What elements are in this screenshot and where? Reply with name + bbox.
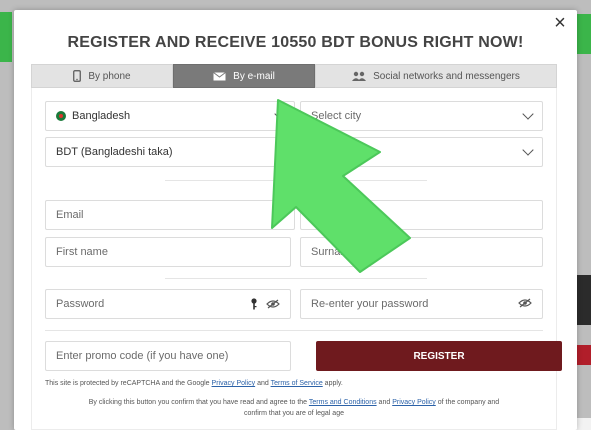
promo-code-field[interactable]: Enter promo code (if you have one) [45, 341, 291, 371]
email-field[interactable]: Email [45, 200, 295, 230]
city-placeholder: Select city [311, 110, 362, 122]
tab-by-phone[interactable]: By phone [31, 64, 173, 88]
chevron-down-icon [522, 108, 534, 120]
email-placeholder: Email [56, 209, 84, 221]
tab-label: By phone [88, 70, 131, 82]
registration-modal: × REGISTER AND RECEIVE 10550 BDT BONUS R… [14, 10, 577, 430]
divider [165, 180, 427, 181]
repeat-password-field[interactable]: Re-enter your password [300, 289, 543, 319]
country-select[interactable]: Bangladesh [45, 101, 295, 131]
phone-icon [73, 70, 82, 82]
background-green-strip-right [577, 14, 591, 54]
background-green-strip [0, 12, 12, 62]
country-value: Bangladesh [72, 110, 131, 122]
first-name-placeholder: First name [56, 246, 108, 258]
chevron-down-icon [274, 108, 286, 120]
password-placeholder: Password [56, 298, 105, 310]
tab-by-email[interactable]: By e-mail [173, 64, 315, 88]
key-icon[interactable] [250, 298, 258, 313]
envelope-icon [213, 71, 226, 81]
eye-hidden-icon[interactable] [266, 299, 280, 312]
currency-select[interactable]: BDT (Bangladeshi taka) [45, 137, 543, 167]
bangladesh-flag-icon [56, 111, 66, 121]
tab-label: By e-mail [233, 70, 275, 82]
first-name-field[interactable]: First name [45, 237, 291, 267]
privacy-policy-link[interactable]: Privacy Policy [212, 380, 256, 387]
phone-placeholder: Number [311, 209, 351, 221]
background-dark-strip [577, 275, 591, 325]
privacy-policy-link-2[interactable]: Privacy Policy [392, 399, 436, 406]
surname-field[interactable]: Surname [300, 237, 543, 267]
promo-placeholder: Enter promo code (if you have one) [56, 350, 229, 362]
divider [165, 278, 427, 279]
surname-placeholder: Surname [311, 246, 356, 258]
password-field[interactable]: Password [45, 289, 291, 319]
chevron-down-icon [522, 144, 534, 156]
registration-tabs: By phone By e-mail Social networks and m… [31, 64, 557, 88]
register-button[interactable]: REGISTER [316, 341, 562, 371]
eye-hidden-icon[interactable] [518, 298, 532, 311]
phone-number-field[interactable]: Number [300, 200, 543, 230]
tab-social-networks[interactable]: Social networks and messengers [315, 64, 557, 88]
terms-and-conditions-link[interactable]: Terms and Conditions [309, 399, 377, 406]
currency-value: BDT (Bangladeshi taka) [56, 146, 173, 158]
city-select[interactable]: Select city [300, 101, 543, 131]
divider [45, 330, 543, 331]
recaptcha-note: This site is protected by reCAPTCHA and … [45, 380, 343, 387]
terms-of-service-link[interactable]: Terms of Service [271, 380, 323, 387]
registration-form: Bangladesh Select city BDT (Bangladeshi … [31, 88, 562, 430]
repassword-placeholder: Re-enter your password [311, 298, 429, 310]
legal-confirm-note: By clicking this button you confirm that… [88, 399, 500, 417]
close-button[interactable]: × [551, 13, 569, 33]
background-red-strip [577, 345, 591, 365]
modal-title: REGISTER AND RECEIVE 10550 BDT BONUS RIG… [67, 34, 524, 51]
people-icon [352, 71, 367, 81]
tab-label: Social networks and messengers [373, 70, 520, 82]
